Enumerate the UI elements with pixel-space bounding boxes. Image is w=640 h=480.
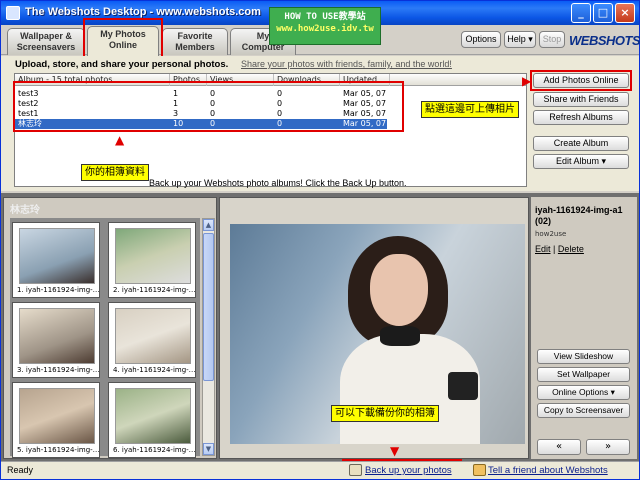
thumbnail-item[interactable]: 6. iyah-1161924-img-… [108,382,196,458]
thumbnail-item[interactable]: 2. iyah-1161924-img-… [108,222,196,298]
backup-callout: 可以下載備份你的相簿 [331,405,439,422]
thumbnail-item[interactable]: 1. iyah-1161924-img-… [12,222,100,298]
thumbnail-image [19,308,95,364]
tell-friend-link[interactable]: Tell a friend about Webshots [488,465,608,476]
minimize-icon[interactable]: _ [571,3,591,23]
thumbnail-caption: 3. iyah-1161924-img-… [17,366,100,374]
app-window: The Webshots Desktop - www.webshots.com … [0,0,640,480]
previous-photo-button[interactable]: « [537,439,581,455]
tell-friend-icon[interactable] [473,464,486,476]
photo-name: iyah-1161924-img-a1 (02) [535,205,623,226]
thumbnail-image [115,308,191,364]
photo-info-pane: iyah-1161924-img-a1 (02) how2use Edit | … [531,197,637,459]
intro-text: Upload, store, and share your personal p… [15,59,229,70]
set-wallpaper-button[interactable]: Set Wallpaper [537,367,630,382]
site-watermark: HOW TO USE教學站 www.how2use.idv.tw [269,7,381,45]
tab-my-photos-online[interactable]: My Photos Online [87,26,159,56]
watermark-line1: HOW TO USE教學站 [284,12,366,22]
tab-favorite-members[interactable]: Favorite Members [162,28,228,55]
link-separator: | [553,244,556,254]
thumbnail-image [19,388,95,444]
tab-label-line2: Members [175,42,215,52]
thumbnail-image [115,228,191,284]
photo-face [370,254,428,326]
thumbnail-image [115,388,191,444]
edit-album-button[interactable]: Edit Album ▾ [533,154,629,169]
thumbnail-item[interactable]: 3. iyah-1161924-img-… [12,302,100,378]
arrow-icon: ▼ [390,444,400,458]
add-photos-callout: 點選這邊可上傳相片 [421,101,519,118]
backup-icon[interactable] [349,464,362,476]
tab-label-line1: My Photos [100,29,146,39]
view-slideshow-button[interactable]: View Slideshow [537,349,630,364]
thumbnail-item[interactable]: 5. iyah-1161924-img-… [12,382,100,458]
delete-photo-link[interactable]: Delete [558,244,584,254]
status-bar: Ready Back up your photos Tell a friend … [1,461,639,479]
help-button[interactable]: Help ▾ [504,31,536,48]
next-photo-button[interactable]: » [586,439,630,455]
backup-photos-link[interactable]: Back up your photos [365,465,452,476]
album-title: 林志玲 [10,205,40,216]
arrow-icon: ▲ [115,133,125,147]
album-data-highlight-box [13,81,404,132]
album-data-callout: 你的相簿資料 [81,164,149,181]
app-icon [6,6,20,20]
arrow-icon: ▶ [522,74,532,88]
create-album-button[interactable]: Create Album [533,136,629,151]
photo-area: 林志玲 1. iyah-1161924-img-… 2. iyah-116192… [1,193,639,461]
thumbnail-caption: 6. iyah-1161924-img-… [113,446,196,454]
status-text: Ready [7,465,34,475]
stop-button[interactable]: Stop [539,31,565,48]
tab-label-line2: Online [108,40,137,50]
scroll-up-icon[interactable]: ▲ [203,219,214,231]
photo-owner: how2use [535,230,567,238]
album-thumbnail-pane: 林志玲 1. iyah-1161924-img-… 2. iyah-116192… [3,197,217,459]
close-icon[interactable]: × [615,3,635,23]
thumbnail-image [19,228,95,284]
photo-actions: Edit | Delete [535,244,584,254]
copy-to-screensaver-button[interactable]: Copy to Screensaver [537,403,630,418]
tab-label-line1: Wallpaper & [20,31,72,41]
thumbnail-item[interactable]: 4. iyah-1161924-img-… [108,302,196,378]
webshots-logo: WEBSHOTS [569,33,640,48]
thumbnail-caption: 4. iyah-1161924-img-… [113,366,196,374]
window-title: The Webshots Desktop - www.webshots.com [25,6,261,18]
refresh-albums-button[interactable]: Refresh Albums [533,110,629,125]
thumbnail-caption: 5. iyah-1161924-img-… [17,446,100,454]
thumbnail-grid: 1. iyah-1161924-img-… 2. iyah-1161924-im… [10,218,200,458]
scroll-down-icon[interactable]: ▼ [203,443,214,455]
online-options-button[interactable]: Online Options ▾ [537,385,630,400]
add-photos-highlight-box [530,70,632,91]
tab-wallpaper-screensavers[interactable]: Wallpaper & Screensavers [7,28,85,55]
photo-camera [448,372,478,400]
tab-label-line2: Screensavers [16,42,76,52]
watermark-line2: www.how2use.idv.tw [276,24,374,34]
tab-label-line1: Favorite [177,31,213,41]
edit-photo-link[interactable]: Edit [535,244,551,254]
share-photos-link[interactable]: Share your photos with friends, family, … [241,59,452,69]
photo-scarf [380,326,420,346]
scrollbar-thumb[interactable] [203,233,214,381]
options-button[interactable]: Options [461,31,501,48]
share-with-friends-button[interactable]: Share with Friends [533,92,629,107]
maximize-icon[interactable]: □ [593,3,613,23]
thumbnail-caption: 1. iyah-1161924-img-… [17,286,100,294]
thumbnail-scrollbar[interactable]: ▲ ▼ [202,218,215,456]
thumbnail-caption: 2. iyah-1161924-img-… [113,286,196,294]
backup-hint-text: Back up your Webshots photo albums! Clic… [149,178,407,188]
